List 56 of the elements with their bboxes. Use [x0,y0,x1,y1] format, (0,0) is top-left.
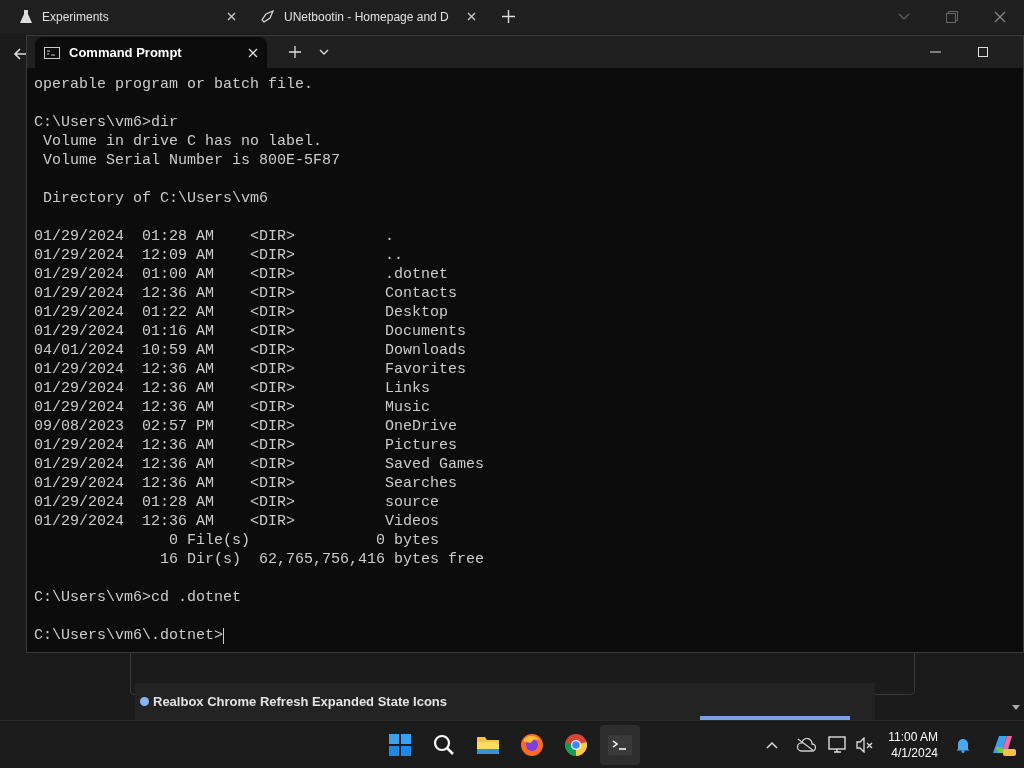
rocket-icon [260,9,274,24]
dropdown-icon[interactable] [319,49,329,55]
windows-logo-icon [389,733,411,756]
restore-icon[interactable] [946,10,958,23]
chrome-icon [564,732,588,757]
clock-date[interactable]: 4/1/2024 [891,744,938,761]
terminal-line: Volume Serial Number is 800E-5F87 [42,151,341,170]
terminal-line: 01/29/2024 12:36 AM <DIR> Videos [34,512,440,531]
terminal-line: 16 Dir(s) 62,765,756,416 bytes free [159,550,485,569]
close-icon[interactable] [227,12,236,21]
terminal-line: 01/29/2024 12:36 AM <DIR> Searches [34,474,458,493]
back-arrow-icon[interactable] [12,46,28,62]
terminal-line: Directory of C:\Users\vm6 [42,189,269,208]
monitor-icon[interactable] [828,735,849,754]
terminal-line: C:\Users\vm6>cd .dotnet [34,588,242,607]
browser-tab[interactable]: Experiments [8,3,248,30]
terminal-line: 0 File(s) 0 bytes [168,531,440,550]
terminal-tab[interactable]: Command Prompt [35,37,267,68]
terminal-line: 01/29/2024 01:28 AM <DIR> source [34,493,440,512]
terminal-line: 01/29/2024 01:28 AM <DIR> . [34,227,395,246]
terminal-line: 09/08/2023 02:57 PM <DIR> OneDrive [34,417,458,436]
bullet-icon [140,697,149,707]
clock-time[interactable]: 11:00 AM [888,728,938,745]
flask-icon [20,9,32,24]
terminal-line: 01/29/2024 12:36 AM <DIR> Favorites [34,360,467,379]
item-title[interactable]: Realbox Chrome Refresh Expanded State Icons [153,692,448,712]
terminal-line: C:\Users\vm6\.dotnet> [34,626,224,645]
search-icon [433,733,455,756]
close-icon[interactable] [467,12,476,21]
terminal-line: 01/29/2024 01:00 AM <DIR> .dotnet [34,265,449,284]
terminal-line: 01/29/2024 12:36 AM <DIR> Saved Games [34,455,485,474]
terminal-line: 01/29/2024 01:16 AM <DIR> Documents [34,322,467,341]
terminal-line: 01/29/2024 12:36 AM <DIR> Pictures [34,436,458,455]
new-tab-icon[interactable] [289,46,301,58]
terminal-icon [608,734,632,755]
terminal-line: 01/29/2024 12:36 AM <DIR> Links [34,379,431,398]
chevron-down-icon[interactable] [898,13,910,20]
cloud-icon[interactable] [796,737,817,752]
terminal-line: C:\Users\vm6>dir [34,113,179,132]
cmd-icon [44,46,60,59]
terminal-line: Volume in drive C has no label. [42,132,323,151]
terminal-line: 01/29/2024 12:36 AM <DIR> Music [34,398,431,417]
terminal-line: 01/29/2024 01:22 AM <DIR> Desktop [34,303,449,322]
speaker-muted-icon[interactable] [856,736,875,753]
bell-icon[interactable] [956,736,970,753]
text-cursor [223,627,225,644]
maximize-icon[interactable] [978,47,988,57]
firefox-icon [520,732,544,757]
terminal-line: 01/29/2024 12:36 AM <DIR> Contacts [34,284,458,303]
new-tab-icon[interactable] [502,10,515,23]
terminal-line: 04/01/2024 10:59 AM <DIR> Downloads [34,341,467,360]
chevron-up-icon[interactable] [766,740,779,749]
browser-tab[interactable]: UNetbootin - Homepage and D [248,3,488,30]
scroll-down-icon[interactable] [1012,705,1020,710]
terminal-line: operable program or batch file. [34,75,314,94]
terminal-line: 01/29/2024 12:09 AM <DIR> .. [34,246,404,265]
